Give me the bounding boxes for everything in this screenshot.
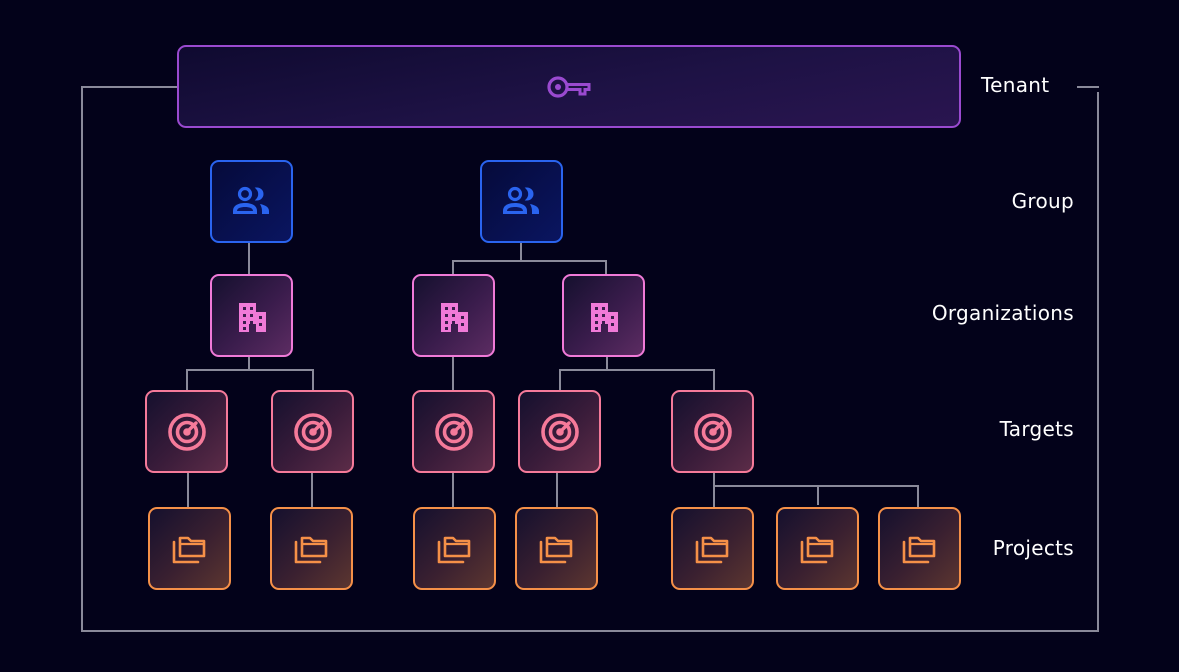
frame-top-left-segment (81, 86, 177, 88)
connector (713, 472, 715, 508)
organization-node-o3[interactable] (562, 274, 645, 357)
level-label-group: Group (1011, 189, 1074, 213)
radar-icon (167, 412, 207, 452)
building-icon (234, 299, 270, 333)
target-node-t1[interactable] (145, 390, 228, 473)
connector (606, 356, 608, 370)
connector (713, 369, 715, 391)
users-icon (502, 186, 542, 218)
level-label-tenant: Tenant (981, 73, 1050, 97)
connector (452, 260, 607, 262)
project-node-p3[interactable] (413, 507, 496, 590)
connector (186, 369, 188, 391)
project-node-p7[interactable] (878, 507, 961, 590)
project-node-p6[interactable] (776, 507, 859, 590)
connector (713, 485, 919, 487)
target-node-t4[interactable] (518, 390, 601, 473)
connector (186, 369, 314, 371)
target-node-t3[interactable] (412, 390, 495, 473)
connector (311, 472, 313, 508)
building-icon (586, 299, 622, 333)
connector (248, 242, 250, 275)
connector (556, 472, 558, 508)
connector (559, 369, 715, 371)
folders-icon (292, 532, 332, 566)
group-node-g1[interactable] (210, 160, 293, 243)
project-node-p2[interactable] (270, 507, 353, 590)
folders-icon (693, 532, 733, 566)
connector (452, 260, 454, 275)
folders-icon (900, 532, 940, 566)
group-node-g2[interactable] (480, 160, 563, 243)
connector (248, 356, 250, 370)
connector (187, 472, 189, 508)
connector (559, 369, 561, 391)
connector (312, 369, 314, 391)
folders-icon (537, 532, 577, 566)
folders-icon (170, 532, 210, 566)
target-node-t5[interactable] (671, 390, 754, 473)
project-node-p4[interactable] (515, 507, 598, 590)
users-icon (232, 186, 272, 218)
connector (817, 485, 819, 505)
key-icon (546, 73, 592, 101)
folders-icon (798, 532, 838, 566)
project-node-p5[interactable] (671, 507, 754, 590)
level-label-targets: Targets (999, 417, 1074, 441)
folders-icon (435, 532, 475, 566)
radar-icon (293, 412, 333, 452)
tenant-node[interactable] (177, 45, 961, 128)
radar-icon (540, 412, 580, 452)
level-label-organizations: Organizations (931, 301, 1074, 325)
connector (605, 260, 607, 275)
organization-node-o1[interactable] (210, 274, 293, 357)
connector (452, 356, 454, 391)
connector (917, 485, 919, 507)
radar-icon (693, 412, 733, 452)
project-node-p1[interactable] (148, 507, 231, 590)
radar-icon (434, 412, 474, 452)
frame-top-right-segment (1077, 86, 1099, 88)
connector (452, 472, 454, 508)
organization-node-o2[interactable] (412, 274, 495, 357)
building-icon (436, 299, 472, 333)
target-node-t2[interactable] (271, 390, 354, 473)
connector (520, 242, 522, 261)
level-label-projects: Projects (992, 536, 1074, 560)
